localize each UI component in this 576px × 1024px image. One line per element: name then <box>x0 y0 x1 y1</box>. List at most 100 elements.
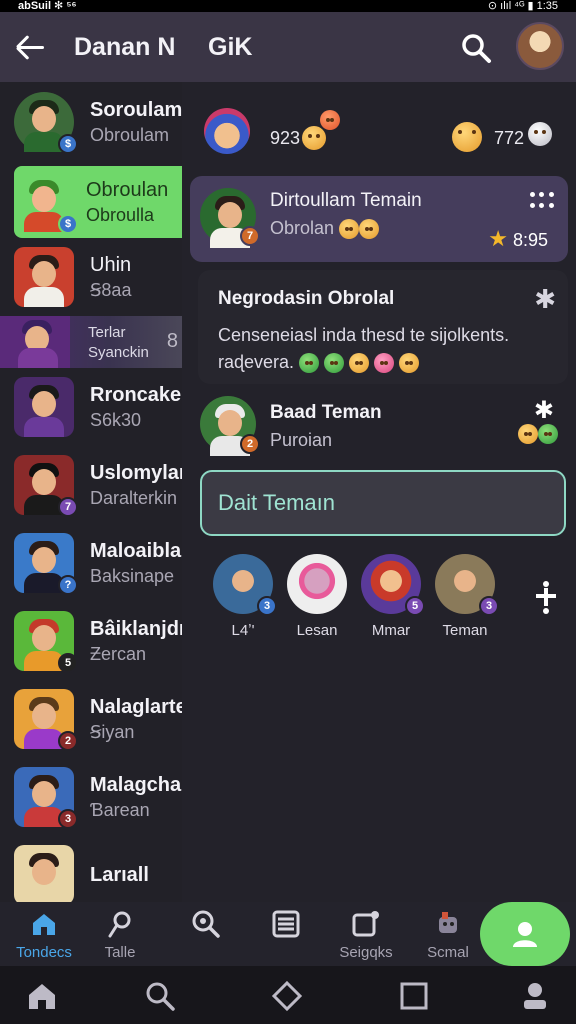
contact-item[interactable]: Larıall <box>0 836 182 902</box>
chat-time-text: 8:95 <box>512 230 548 250</box>
contact-name: Obroulan <box>86 178 169 201</box>
contact-item[interactable]: Rroncake S6k30 <box>0 368 182 446</box>
stats-row: 923 772 <box>182 94 576 168</box>
chat-badge: 7 <box>240 226 260 246</box>
tab-talle[interactable]: Talle <box>80 908 160 961</box>
tab-social[interactable]: Scmal <box>408 908 488 961</box>
friend-sub: Puroian <box>270 430 333 450</box>
contact-sub: Ꞩ8aa <box>90 279 132 300</box>
tab-list[interactable] <box>246 908 326 940</box>
tab-home[interactable]: Tondecs <box>4 908 84 961</box>
add-friend-input[interactable]: Dait Temaın <box>200 470 566 536</box>
avatar: 3 <box>14 767 78 829</box>
emoji-icon <box>299 353 320 374</box>
system-nav-bar <box>0 966 576 1024</box>
contact-name: Malagcha <box>90 773 182 796</box>
contact-sub: Ꞩiyan <box>90 721 135 742</box>
contact-badge: $ <box>58 134 78 154</box>
contact-sub: Daralterkin <box>90 487 178 508</box>
compose-icon <box>352 911 379 937</box>
story-badge: 3 <box>257 596 277 616</box>
contact-sub: Obroulam <box>90 124 170 145</box>
tab-search[interactable] <box>166 908 246 940</box>
contact-item[interactable]: Uhin Ꞩ8aa <box>0 238 182 316</box>
sparkle-icon[interactable]: ✱ <box>534 396 554 425</box>
story-row: 3 L4ʼ' Lesan 5 Mmar 3 Teman <box>182 552 576 652</box>
story-label: Lesan <box>296 622 338 639</box>
search-icon <box>192 910 220 938</box>
story-label: Mmar <box>371 622 411 639</box>
contact-item[interactable]: 5 Bâiklanjdı Ƶercan <box>0 602 182 680</box>
story-item[interactable]: Lesan <box>284 554 350 639</box>
dismiss-icon[interactable]: ✱ <box>534 284 556 315</box>
contact-sub: Ƶercan <box>90 643 147 664</box>
search-icon[interactable] <box>460 32 492 64</box>
emoji-icon <box>374 353 395 374</box>
person-icon[interactable] <box>519 980 551 1012</box>
profile-avatar[interactable] <box>516 22 564 70</box>
emoji-icon <box>359 219 380 240</box>
add-story-icon[interactable] <box>534 580 558 614</box>
contact-item[interactable]: 2 Nalaglarte Ꞩiyan <box>0 680 182 758</box>
avatar: 3 <box>213 554 277 616</box>
profile-fab-button[interactable] <box>480 902 570 966</box>
back-arrow-icon[interactable] <box>14 29 50 65</box>
avatar: 5 <box>14 611 78 673</box>
story-badge: 5 <box>405 596 425 616</box>
emoji-icon <box>528 122 552 146</box>
status-bar: abSuil ✻ ⁵⁶ ⊙ ılıl ⁴ᴳ ▮ 1:35 <box>0 0 576 12</box>
contact-item[interactable]: 7 Uslomylar Daralterkin <box>0 446 182 524</box>
mascot-icon <box>439 912 457 933</box>
page-title: GiK <box>208 32 253 61</box>
app-root: abSuil ✻ ⁵⁶ ⊙ ılıl ⁴ᴳ ▮ 1:35 Danan N $ S… <box>0 0 576 1024</box>
emoji-icon <box>538 424 558 444</box>
contact-item[interactable]: 3 Malagcha Ɓarean <box>0 758 182 836</box>
emoji-icon <box>339 219 360 240</box>
drawer-header: Danan N <box>0 12 182 82</box>
contact-name: Uhin <box>90 253 132 276</box>
home-icon[interactable] <box>26 980 58 1012</box>
contact-item[interactable]: $ Soroulam Obroulam <box>0 82 182 162</box>
stat-right-value: 772 <box>494 128 525 148</box>
chat-card[interactable]: 7 Dirtoullam Temain Obrolan ★ 8:95 <box>190 176 568 262</box>
story-item[interactable]: 3 Teman <box>432 554 499 639</box>
contact-item-active[interactable]: $ Obroulan Obroulla <box>14 166 182 238</box>
tab-settings[interactable]: Seigqks <box>326 908 406 961</box>
friend-title: Baad Teman <box>270 402 382 423</box>
contact-badge: 7 <box>58 497 78 517</box>
contact-name: Terlar <box>88 323 126 341</box>
diamond-icon[interactable] <box>271 980 303 1012</box>
list-icon <box>272 910 300 938</box>
friend-badge: 2 <box>240 434 260 454</box>
chat-time: ★ 8:95 <box>488 226 548 252</box>
story-item[interactable]: 5 Mmar <box>358 554 425 639</box>
contact-item[interactable]: ? Maloaibla Baksinape <box>0 524 182 602</box>
friend-row[interactable]: 2 Baad Teman Puroian ✱ <box>182 390 576 466</box>
contact-badge: 3 <box>58 809 78 829</box>
tab-label: Seigqks <box>339 944 393 961</box>
main-panel: GiK 923 772 7 Dirtoullam Temain Obrolan <box>182 12 576 902</box>
contact-sub: Obroulla <box>86 204 155 225</box>
tab-label: Tondecs <box>16 944 72 961</box>
avatar <box>14 247 74 307</box>
chat-sub-text: Obrolan <box>270 218 335 238</box>
contact-item-highlight[interactable]: Terlar Syanckin 8 <box>0 316 182 368</box>
contact-badge: ? <box>58 575 78 595</box>
contact-name: Maloaibla <box>90 539 182 562</box>
stat-left-value: 923 <box>270 128 301 148</box>
contact-name: Bâiklanjdı <box>90 617 182 640</box>
square-icon[interactable] <box>398 980 430 1012</box>
avatar: $ <box>14 92 78 154</box>
avatar <box>0 316 70 368</box>
story-item[interactable]: 3 L4ʼ' <box>210 554 277 639</box>
search-icon[interactable] <box>144 980 176 1012</box>
more-options-icon[interactable] <box>530 192 554 210</box>
star-icon: ★ <box>488 226 508 251</box>
pin-icon <box>108 911 131 938</box>
home-icon <box>33 914 55 935</box>
story-label: Teman <box>442 622 488 639</box>
emoji-icon <box>452 122 482 152</box>
notice-card: Negrodasin Obrolal Censeneiasl inda thes… <box>198 270 568 384</box>
contact-drawer: Danan N $ Soroulam Obroulam $ Obroulan O… <box>0 12 182 902</box>
status-left: abSuil ✻ ⁵⁶ <box>18 0 77 12</box>
